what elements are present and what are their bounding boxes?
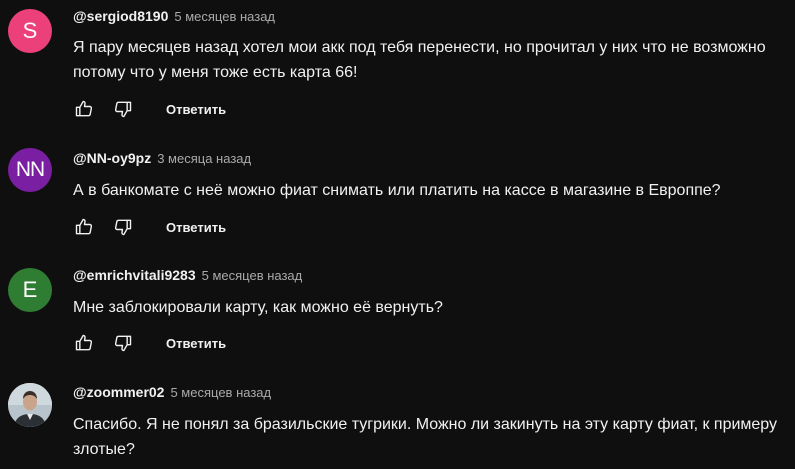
avatar[interactable]: E [8,268,52,312]
avatar[interactable]: S [8,9,52,53]
avatar-letter: S [22,18,38,43]
comment-text: Я пару месяцев назад хотел мои акк под т… [73,39,766,81]
comment-author[interactable]: @sergiod8190 [73,8,168,24]
dislike-icon[interactable] [112,98,134,120]
dislike-icon[interactable] [112,216,134,238]
comment-author[interactable]: @NN-oy9pz [73,150,151,166]
avatar-letter: E [22,277,38,302]
comment-timestamp[interactable]: 5 месяцев назад [202,268,303,283]
avatar-letter: NN [15,158,45,181]
comment-text: Мне заблокировали карту, как можно её ве… [73,299,443,316]
avatar[interactable]: NN [8,148,52,192]
comment-author[interactable]: @zoommer02 [73,384,164,400]
comment-author[interactable]: @emrichvitali9283 [73,267,196,283]
comment-timestamp[interactable]: 5 месяцев назад [174,9,275,24]
comment-text: А в банкомате с неё можно фиат снимать и… [73,182,721,199]
comment-timestamp[interactable]: 3 месяца назад [157,151,251,166]
user-photo-icon [8,383,52,427]
comment-text: Спасибо. Я не понял за бразильские тугри… [73,416,778,458]
avatar[interactable] [8,383,52,427]
reply-button[interactable]: Ответить [166,220,226,235]
like-icon[interactable] [73,98,95,120]
dislike-icon[interactable] [112,332,134,354]
reply-button[interactable]: Ответить [166,102,226,117]
reply-button[interactable]: Ответить [166,336,226,351]
comment-timestamp[interactable]: 5 месяцев назад [170,385,271,400]
like-icon[interactable] [73,216,95,238]
like-icon[interactable] [73,332,95,354]
